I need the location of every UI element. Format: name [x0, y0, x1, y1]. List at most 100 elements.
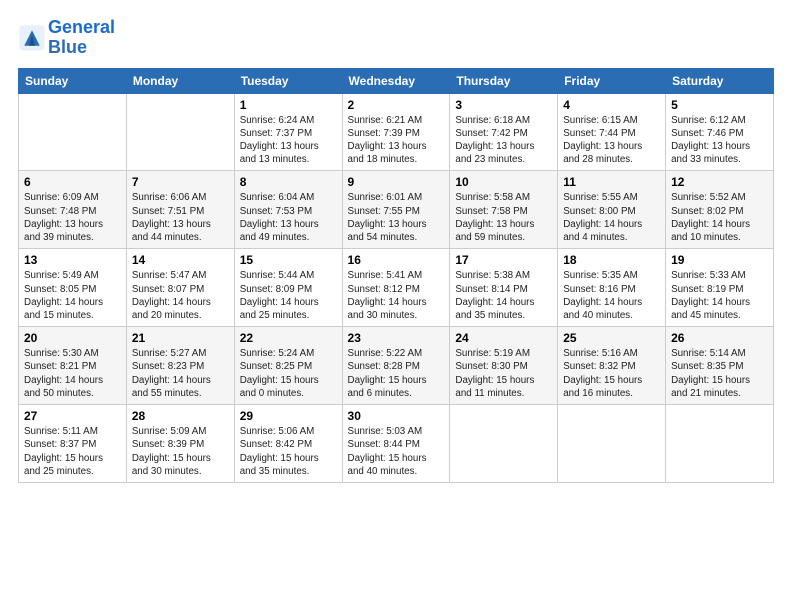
calendar-cell: 24 Sunrise: 5:19 AMSunset: 8:30 PMDayligh…: [450, 327, 558, 405]
logo-text: General Blue: [48, 18, 115, 58]
header: General Blue: [18, 18, 774, 58]
calendar-header-sunday: Sunday: [19, 68, 127, 93]
day-number: 10: [455, 175, 552, 189]
calendar-cell: 12 Sunrise: 5:52 AMSunset: 8:02 PMDayligh…: [666, 171, 774, 249]
day-info: Sunrise: 6:21 AMSunset: 7:39 PMDaylight:…: [348, 114, 445, 167]
calendar-table: SundayMondayTuesdayWednesdayThursdayFrid…: [18, 68, 774, 483]
calendar-cell: 21Sunrise: 5:27 AMSunset: 8:23 PMDayligh…: [126, 327, 234, 405]
calendar-cell: 26 Sunrise: 5:14 AMSunset: 8:35 PMDayligh…: [666, 327, 774, 405]
day-number: 29: [240, 409, 337, 423]
calendar-cell: [558, 405, 666, 483]
calendar-cell: 5 Sunrise: 6:12 AMSunset: 7:46 PMDaylight…: [666, 93, 774, 171]
day-number: 3: [455, 98, 552, 112]
calendar-cell: 10 Sunrise: 5:58 AMSunset: 7:58 PMDayligh…: [450, 171, 558, 249]
day-info: Sunrise: 5:11 AMSunset: 8:37 PMDaylight:…: [24, 425, 121, 478]
day-info: Sunrise: 6:06 AMSunset: 7:51 PMDaylight:…: [132, 191, 229, 244]
day-number: 23: [348, 331, 445, 345]
day-number: 22: [240, 331, 337, 345]
day-number: 6: [24, 175, 121, 189]
day-info: Sunrise: 5:22 AMSunset: 8:28 PMDaylight:…: [348, 347, 445, 400]
calendar-header-friday: Friday: [558, 68, 666, 93]
calendar-cell: 11Sunrise: 5:55 AMSunset: 8:00 PMDayligh…: [558, 171, 666, 249]
calendar-cell: 15 Sunrise: 5:44 AMSunset: 8:09 PMDayligh…: [234, 249, 342, 327]
day-info: Sunrise: 5:19 AMSunset: 8:30 PMDaylight:…: [455, 347, 552, 400]
day-info: Sunrise: 6:18 AMSunset: 7:42 PMDaylight:…: [455, 114, 552, 167]
day-number: 24: [455, 331, 552, 345]
calendar-cell: 25 Sunrise: 5:16 AMSunset: 8:32 PMDayligh…: [558, 327, 666, 405]
day-info: Sunrise: 5:58 AMSunset: 7:58 PMDaylight:…: [455, 191, 552, 244]
day-info: Sunrise: 6:04 AMSunset: 7:53 PMDaylight:…: [240, 191, 337, 244]
day-info: Sunrise: 5:16 AMSunset: 8:32 PMDaylight:…: [563, 347, 660, 400]
calendar-cell: [126, 93, 234, 171]
calendar-week-3: 13 Sunrise: 5:49 AMSunset: 8:05 PMDayligh…: [19, 249, 774, 327]
calendar-cell: 6 Sunrise: 6:09 AMSunset: 7:48 PMDaylight…: [19, 171, 127, 249]
logo: General Blue: [18, 18, 115, 58]
calendar-cell: 27 Sunrise: 5:11 AMSunset: 8:37 PMDayligh…: [19, 405, 127, 483]
day-info: Sunrise: 5:49 AMSunset: 8:05 PMDaylight:…: [24, 269, 121, 322]
day-number: 28: [132, 409, 229, 423]
day-number: 2: [348, 98, 445, 112]
day-number: 16: [348, 253, 445, 267]
day-number: 12: [671, 175, 768, 189]
day-number: 9: [348, 175, 445, 189]
day-number: 7: [132, 175, 229, 189]
day-number: 27: [24, 409, 121, 423]
calendar-cell: 19 Sunrise: 5:33 AMSunset: 8:19 PMDayligh…: [666, 249, 774, 327]
calendar-cell: [19, 93, 127, 171]
day-info: Sunrise: 5:38 AMSunset: 8:14 PMDaylight:…: [455, 269, 552, 322]
calendar-cell: 28Sunrise: 5:09 AMSunset: 8:39 PMDayligh…: [126, 405, 234, 483]
calendar-cell: 2 Sunrise: 6:21 AMSunset: 7:39 PMDaylight…: [342, 93, 450, 171]
calendar-header-tuesday: Tuesday: [234, 68, 342, 93]
day-number: 13: [24, 253, 121, 267]
calendar-cell: 17 Sunrise: 5:38 AMSunset: 8:14 PMDayligh…: [450, 249, 558, 327]
day-info: Sunrise: 5:41 AMSunset: 8:12 PMDaylight:…: [348, 269, 445, 322]
day-number: 5: [671, 98, 768, 112]
day-number: 17: [455, 253, 552, 267]
day-info: Sunrise: 5:44 AMSunset: 8:09 PMDaylight:…: [240, 269, 337, 322]
day-number: 18: [563, 253, 660, 267]
calendar-cell: 20 Sunrise: 5:30 AMSunset: 8:21 PMDayligh…: [19, 327, 127, 405]
day-number: 15: [240, 253, 337, 267]
day-number: 1: [240, 98, 337, 112]
calendar-cell: 18 Sunrise: 5:35 AMSunset: 8:16 PMDayligh…: [558, 249, 666, 327]
calendar-header-thursday: Thursday: [450, 68, 558, 93]
day-number: 26: [671, 331, 768, 345]
calendar-cell: 13 Sunrise: 5:49 AMSunset: 8:05 PMDayligh…: [19, 249, 127, 327]
day-number: 4: [563, 98, 660, 112]
calendar-cell: 23 Sunrise: 5:22 AMSunset: 8:28 PMDayligh…: [342, 327, 450, 405]
day-info: Sunrise: 5:27 AMSunset: 8:23 PMDaylight:…: [132, 347, 229, 400]
calendar-cell: [666, 405, 774, 483]
calendar-week-2: 6 Sunrise: 6:09 AMSunset: 7:48 PMDaylight…: [19, 171, 774, 249]
day-number: 20: [24, 331, 121, 345]
day-info: Sunrise: 5:35 AMSunset: 8:16 PMDaylight:…: [563, 269, 660, 322]
day-number: 30: [348, 409, 445, 423]
calendar-cell: 3 Sunrise: 6:18 AMSunset: 7:42 PMDaylight…: [450, 93, 558, 171]
day-number: 8: [240, 175, 337, 189]
calendar-cell: 16 Sunrise: 5:41 AMSunset: 8:12 PMDayligh…: [342, 249, 450, 327]
day-info: Sunrise: 6:12 AMSunset: 7:46 PMDaylight:…: [671, 114, 768, 167]
day-number: 25: [563, 331, 660, 345]
logo-icon: [18, 24, 46, 52]
logo-line1: General: [48, 17, 115, 37]
calendar-cell: 8 Sunrise: 6:04 AMSunset: 7:53 PMDaylight…: [234, 171, 342, 249]
day-info: Sunrise: 5:33 AMSunset: 8:19 PMDaylight:…: [671, 269, 768, 322]
day-number: 14: [132, 253, 229, 267]
calendar-cell: 1Sunrise: 6:24 AMSunset: 7:37 PMDaylight…: [234, 93, 342, 171]
day-number: 19: [671, 253, 768, 267]
calendar-header-monday: Monday: [126, 68, 234, 93]
day-info: Sunrise: 6:09 AMSunset: 7:48 PMDaylight:…: [24, 191, 121, 244]
day-info: Sunrise: 5:24 AMSunset: 8:25 PMDaylight:…: [240, 347, 337, 400]
day-info: Sunrise: 5:06 AMSunset: 8:42 PMDaylight:…: [240, 425, 337, 478]
calendar-cell: 22 Sunrise: 5:24 AMSunset: 8:25 PMDayligh…: [234, 327, 342, 405]
calendar-cell: 4Sunrise: 6:15 AMSunset: 7:44 PMDaylight…: [558, 93, 666, 171]
day-info: Sunrise: 5:30 AMSunset: 8:21 PMDaylight:…: [24, 347, 121, 400]
day-info: Sunrise: 6:01 AMSunset: 7:55 PMDaylight:…: [348, 191, 445, 244]
calendar-week-5: 27 Sunrise: 5:11 AMSunset: 8:37 PMDayligh…: [19, 405, 774, 483]
day-info: Sunrise: 5:14 AMSunset: 8:35 PMDaylight:…: [671, 347, 768, 400]
day-info: Sunrise: 5:52 AMSunset: 8:02 PMDaylight:…: [671, 191, 768, 244]
logo-line2: Blue: [48, 37, 87, 57]
calendar-cell: 7 Sunrise: 6:06 AMSunset: 7:51 PMDaylight…: [126, 171, 234, 249]
day-info: Sunrise: 5:03 AMSunset: 8:44 PMDaylight:…: [348, 425, 445, 478]
calendar-cell: 14Sunrise: 5:47 AMSunset: 8:07 PMDayligh…: [126, 249, 234, 327]
calendar-week-1: 1Sunrise: 6:24 AMSunset: 7:37 PMDaylight…: [19, 93, 774, 171]
